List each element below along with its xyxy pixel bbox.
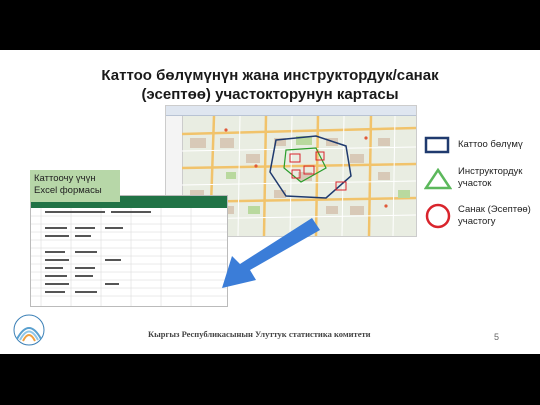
title-line-1: Каттоо бөлүмүнүн жана инструктордук/сана…: [101, 67, 439, 84]
excel-sheet: [31, 208, 227, 306]
footer-organization: Кыргыз Республикасынын Улуттук статистик…: [148, 329, 371, 339]
excel-form-label: Каттоочу үчүн Excel формасы: [30, 170, 120, 202]
arrow-icon: [222, 218, 320, 288]
slide: Каттоо бөлүмүнүн жана инструктордук/сана…: [0, 50, 540, 354]
legend-label-instructor: Инструктордук участок: [458, 166, 523, 189]
arrow-shape: [222, 218, 320, 288]
slide-title: Каттоо бөлүмүнүн жана инструктордук/сана…: [0, 66, 540, 104]
excel-screenshot: [30, 195, 228, 307]
legend-label-registration: Каттоо бөлүмү: [458, 139, 523, 150]
title-line-2: (эсептөө) участокторунун картасы: [141, 86, 399, 103]
square-icon: [424, 136, 450, 154]
triangle-icon: [424, 168, 452, 190]
legend-label-census: Санак (Эсептөө) участогу: [458, 204, 531, 227]
circle-icon: [425, 203, 451, 229]
statistics-committee-logo: [13, 314, 45, 346]
page-number: 5: [494, 332, 500, 342]
